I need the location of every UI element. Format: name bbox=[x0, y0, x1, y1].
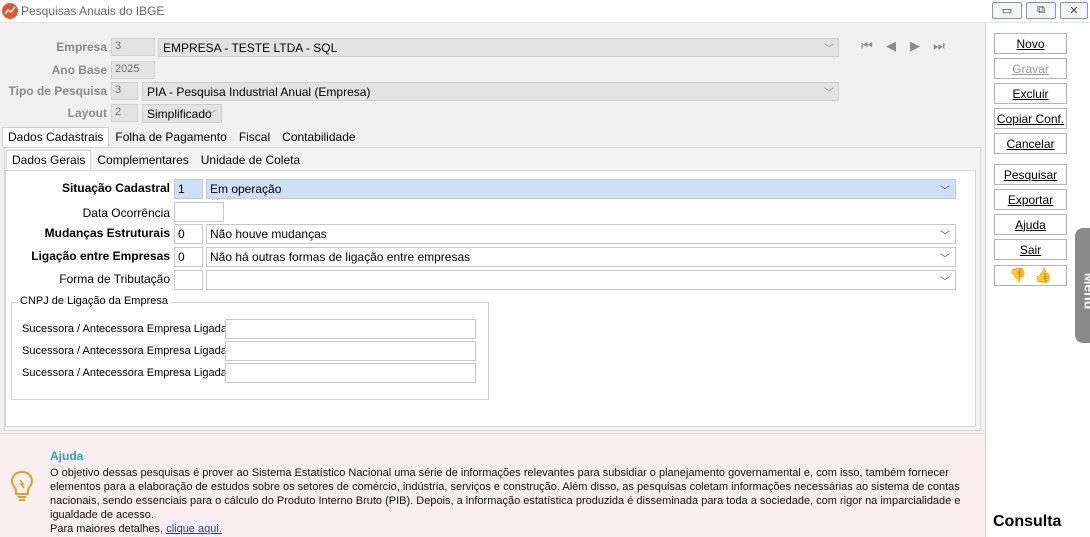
tab-dados-cadastrais[interactable]: Dados Cadastrais bbox=[2, 127, 110, 147]
tab-complementares[interactable]: Complementares bbox=[91, 150, 194, 170]
tipo-pesquisa-select[interactable]: PIA - Pesquisa Industrial Anual (Empresa… bbox=[142, 82, 839, 101]
prev-icon: ◀ bbox=[886, 38, 896, 53]
empresa-code-field[interactable]: 3 bbox=[111, 38, 155, 56]
mudancas-select[interactable]: Não houve mudanças ﹀ bbox=[206, 224, 956, 244]
feedback-buttons: 👎 👍 bbox=[994, 265, 1067, 286]
prev-record-button[interactable]: ◀ bbox=[882, 38, 900, 54]
minimize-button[interactable]: ▭ bbox=[992, 2, 1022, 19]
situacao-select[interactable]: Em operação ﹀ bbox=[206, 179, 956, 199]
help-details-link[interactable]: clique aqui. bbox=[166, 523, 222, 535]
cancelar-button[interactable]: Cancelar bbox=[994, 133, 1067, 154]
last-icon: ⏭ bbox=[933, 38, 945, 53]
menu-side-tab[interactable]: Menu bbox=[1075, 228, 1090, 343]
excluir-button[interactable]: Excluir bbox=[994, 83, 1067, 104]
help-text: O objetivo dessas pesquisas é prover ao … bbox=[50, 466, 980, 536]
ligacao-label: Ligação entre Empresas bbox=[31, 249, 170, 263]
close-icon: ✕ bbox=[1069, 5, 1079, 17]
copiar-conf-button[interactable]: Copiar Conf. bbox=[994, 108, 1067, 129]
novo-button[interactable]: Novo bbox=[994, 33, 1067, 54]
cnpj-row-label: Sucessora / Antecessora Empresa Ligada bbox=[22, 367, 227, 379]
tab-dados-gerais[interactable]: Dados Gerais bbox=[6, 150, 92, 170]
layout-value: Simplificado bbox=[147, 107, 212, 121]
first-record-button[interactable]: ⏮ bbox=[858, 38, 876, 54]
situacao-label: Situação Cadastral bbox=[61, 181, 170, 195]
app-logo-icon bbox=[2, 3, 18, 19]
mudancas-code-field[interactable]: 0 bbox=[174, 224, 203, 244]
cnpj-field-1[interactable] bbox=[225, 319, 476, 339]
thumbs-up-icon[interactable]: 👍 bbox=[1035, 267, 1052, 284]
layout-label: Layout bbox=[67, 106, 107, 120]
ligacao-value: Não há outras formas de ligação entre em… bbox=[210, 250, 471, 264]
cnpj-group-title: CNPJ de Ligação da Empresa bbox=[18, 295, 170, 307]
chevron-down-icon: ﹀ bbox=[824, 44, 834, 55]
close-button[interactable]: ✕ bbox=[1060, 2, 1088, 19]
situacao-value: Em operação bbox=[210, 182, 282, 196]
mudancas-label: Mudanças Estruturais bbox=[44, 226, 170, 240]
tipo-pesquisa-label: Tipo de Pesquisa bbox=[8, 84, 107, 98]
empresa-select[interactable]: EMPRESA - TESTE LTDA - SQL ﹀ bbox=[158, 38, 839, 57]
chevron-down-icon: ﹀ bbox=[207, 110, 217, 121]
thumbs-down-icon[interactable]: 👎 bbox=[1009, 267, 1026, 284]
tipo-pesquisa-code[interactable]: 3 bbox=[111, 82, 138, 100]
minimize-icon: ▭ bbox=[1001, 5, 1013, 17]
empresa-label: Empresa bbox=[56, 40, 107, 54]
ligacao-select[interactable]: Não há outras formas de ligação entre em… bbox=[206, 247, 956, 267]
ajuda-button[interactable]: Ajuda bbox=[994, 214, 1067, 235]
sub-tabs: Dados Gerais Complementares Unidade de C… bbox=[6, 150, 306, 170]
cnpj-field-3[interactable] bbox=[225, 363, 476, 383]
next-record-button[interactable]: ▶ bbox=[906, 38, 924, 54]
sair-button[interactable]: Sair bbox=[994, 239, 1067, 260]
ligacao-code-field[interactable]: 0 bbox=[174, 247, 203, 267]
tipo-pesquisa-value: PIA - Pesquisa Industrial Anual (Empresa… bbox=[147, 85, 371, 99]
chevron-down-icon: ﹀ bbox=[940, 277, 950, 288]
main-tabs: Dados Cadastrais Folha de Pagamento Fisc… bbox=[2, 127, 362, 147]
lightbulb-icon bbox=[10, 470, 34, 501]
ano-base-label: Ano Base bbox=[51, 63, 107, 77]
help-more-prefix: Para maiores detalhes, bbox=[50, 523, 164, 535]
tributacao-code-field[interactable] bbox=[174, 270, 203, 290]
chevron-down-icon: ﹀ bbox=[940, 254, 950, 265]
cnpj-row-label: Sucessora / Antecessora Empresa Ligada bbox=[22, 345, 227, 357]
title-bar: Pesquisas Anuais do IBGE ▭ ⧉ ✕ bbox=[0, 0, 1090, 23]
tab-fiscal[interactable]: Fiscal bbox=[233, 127, 276, 147]
menu-tab-label: Menu bbox=[1081, 272, 1090, 310]
ano-base-field[interactable]: 2025 bbox=[111, 61, 155, 79]
mode-indicator: Consulta bbox=[993, 513, 1062, 530]
exportar-button[interactable]: Exportar bbox=[994, 189, 1067, 210]
tab-contabilidade[interactable]: Contabilidade bbox=[276, 127, 361, 147]
data-ocorrencia-field[interactable] bbox=[174, 202, 224, 222]
restore-icon: ⧉ bbox=[1037, 4, 1045, 16]
cnpj-group: CNPJ de Ligação da Empresa Sucessora / A… bbox=[11, 295, 489, 400]
tab-folha-pagamento[interactable]: Folha de Pagamento bbox=[109, 127, 232, 147]
tab-unidade-coleta[interactable]: Unidade de Coleta bbox=[195, 150, 306, 170]
gravar-button[interactable]: Gravar bbox=[994, 58, 1067, 79]
layout-select[interactable]: Simplificado ﹀ bbox=[142, 104, 222, 123]
action-panel: Novo Gravar Excluir Copiar Conf. Cancela… bbox=[985, 23, 1090, 537]
help-panel: Ajuda O objetivo dessas pesquisas é prov… bbox=[0, 433, 984, 537]
next-icon: ▶ bbox=[910, 38, 920, 53]
mudancas-value: Não houve mudanças bbox=[210, 227, 327, 241]
chevron-down-icon: ﹀ bbox=[940, 186, 950, 197]
situacao-code-field[interactable]: 1 bbox=[174, 179, 203, 199]
cnpj-field-2[interactable] bbox=[225, 341, 476, 361]
tributacao-label: Forma de Tributação bbox=[59, 272, 170, 286]
tributacao-select[interactable]: ﹀ bbox=[206, 270, 956, 290]
layout-code[interactable]: 2 bbox=[111, 104, 138, 122]
cnpj-row-label: Sucessora / Antecessora Empresa Ligada bbox=[22, 323, 227, 335]
pesquisar-button[interactable]: Pesquisar bbox=[994, 164, 1067, 185]
restore-button[interactable]: ⧉ bbox=[1026, 2, 1056, 19]
window-title: Pesquisas Anuais do IBGE bbox=[21, 4, 165, 18]
data-ocorrencia-label: Data Ocorrência bbox=[82, 206, 170, 220]
first-icon: ⏮ bbox=[861, 38, 873, 53]
last-record-button[interactable]: ⏭ bbox=[930, 38, 948, 54]
chevron-down-icon: ﹀ bbox=[940, 231, 950, 242]
help-title: Ajuda bbox=[50, 449, 84, 463]
help-body: O objetivo dessas pesquisas é prover ao … bbox=[50, 467, 961, 521]
chevron-down-icon: ﹀ bbox=[824, 88, 834, 99]
empresa-name: EMPRESA - TESTE LTDA - SQL bbox=[163, 41, 338, 55]
